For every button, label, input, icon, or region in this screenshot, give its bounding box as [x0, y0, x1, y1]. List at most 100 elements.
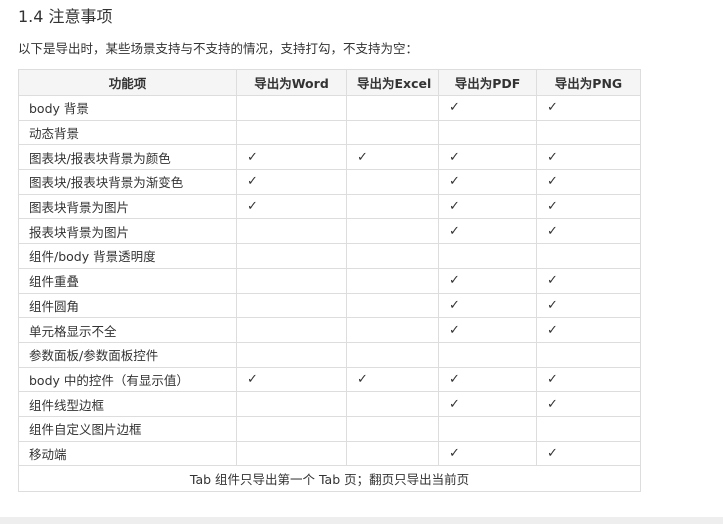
- word-support-cell: [236, 218, 347, 245]
- excel-support-cell: [346, 193, 439, 220]
- word-support-cell: [236, 415, 347, 442]
- pdf-support-cell: ✓: [438, 317, 537, 343]
- table-body: body 背景 ✓ ✓ 动态背景 图表块/报表块背景为颜色 ✓ ✓ ✓ ✓ 图表块/报表块背景为渐…: [18, 95, 641, 467]
- table-row: 组件/body 背景透明度: [18, 243, 641, 269]
- pdf-support-cell: ✓: [438, 391, 537, 417]
- excel-support-cell: [346, 415, 439, 442]
- table-row: 组件线型边框 ✓ ✓: [18, 391, 641, 417]
- feature-cell: 图表块/报表块背景为渐变色: [18, 169, 237, 195]
- header-row: 功能项 导出为Word 导出为Excel 导出为PDF 导出为PNG: [18, 69, 641, 96]
- header-pdf: 导出为PDF: [438, 69, 537, 96]
- excel-support-cell: [346, 243, 439, 269]
- feature-cell: 图表块背景为图片: [18, 193, 237, 220]
- png-support-cell: ✓: [536, 193, 641, 220]
- feature-cell: 单元格显示不全: [18, 317, 237, 343]
- word-support-cell: [236, 341, 347, 368]
- word-support-cell: ✓: [236, 144, 347, 171]
- document-page: 1.4 注意事项 以下是导出时，某些场景支持与不支持的情况，支持打勾，不支持为空…: [0, 0, 723, 524]
- table-footer: Tab 组件只导出第一个 Tab 页；翻页只导出当前页: [18, 465, 641, 493]
- excel-support-cell: ✓: [346, 366, 439, 393]
- header-feature: 功能项: [18, 69, 237, 96]
- header-word: 导出为Word: [236, 69, 347, 96]
- pdf-support-cell: ✓: [438, 95, 537, 121]
- pdf-support-cell: ✓: [438, 193, 537, 220]
- pdf-support-cell: [438, 415, 537, 442]
- table-row: body 中的控件（有显示值） ✓ ✓ ✓ ✓: [18, 366, 641, 393]
- png-support-cell: ✓: [536, 169, 641, 195]
- feature-cell: 移动端: [18, 440, 237, 467]
- feature-cell: 动态背景: [18, 119, 237, 146]
- png-support-cell: ✓: [536, 440, 641, 467]
- table-row: 组件自定义图片边框: [18, 415, 641, 442]
- pdf-support-cell: ✓: [438, 267, 537, 294]
- table-row: 图表块背景为图片 ✓ ✓ ✓: [18, 193, 641, 220]
- table-row: 组件圆角 ✓ ✓: [18, 292, 641, 319]
- excel-support-cell: ✓: [346, 144, 439, 171]
- header-png: 导出为PNG: [536, 69, 641, 96]
- excel-support-cell: [346, 391, 439, 417]
- feature-cell: body 背景: [18, 95, 237, 121]
- word-support-cell: [236, 95, 347, 121]
- pdf-support-cell: [438, 119, 537, 146]
- table-row: 报表块背景为图片 ✓ ✓: [18, 218, 641, 245]
- feature-cell: 组件自定义图片边框: [18, 415, 237, 442]
- png-support-cell: [536, 243, 641, 269]
- word-support-cell: [236, 317, 347, 343]
- table-row: 单元格显示不全 ✓ ✓: [18, 317, 641, 343]
- pdf-support-cell: ✓: [438, 366, 537, 393]
- table-row: 移动端 ✓ ✓: [18, 440, 641, 467]
- pdf-support-cell: [438, 341, 537, 368]
- excel-support-cell: [346, 95, 439, 121]
- footer-row: Tab 组件只导出第一个 Tab 页；翻页只导出当前页: [18, 465, 641, 493]
- png-support-cell: ✓: [536, 317, 641, 343]
- table-row: 动态背景: [18, 119, 641, 146]
- png-support-cell: ✓: [536, 391, 641, 417]
- png-support-cell: ✓: [536, 95, 641, 121]
- table-row: body 背景 ✓ ✓: [18, 95, 641, 121]
- table-header: 功能项 导出为Word 导出为Excel 导出为PDF 导出为PNG: [18, 69, 641, 96]
- word-support-cell: [236, 267, 347, 294]
- feature-cell: 组件线型边框: [18, 391, 237, 417]
- word-support-cell: [236, 440, 347, 467]
- table-row: 图表块/报表块背景为渐变色 ✓ ✓ ✓: [18, 169, 641, 195]
- table-row: 图表块/报表块背景为颜色 ✓ ✓ ✓ ✓: [18, 144, 641, 171]
- excel-support-cell: [346, 218, 439, 245]
- word-support-cell: [236, 391, 347, 417]
- feature-cell: 参数面板/参数面板控件: [18, 341, 237, 368]
- excel-support-cell: [346, 267, 439, 294]
- feature-cell: 图表块/报表块背景为颜色: [18, 144, 237, 171]
- word-support-cell: [236, 119, 347, 146]
- export-support-table: 功能项 导出为Word 导出为Excel 导出为PDF 导出为PNG body …: [18, 69, 641, 493]
- excel-support-cell: [346, 292, 439, 319]
- table-row: 参数面板/参数面板控件: [18, 341, 641, 368]
- png-support-cell: ✓: [536, 292, 641, 319]
- png-support-cell: [536, 415, 641, 442]
- png-support-cell: ✓: [536, 144, 641, 171]
- png-support-cell: [536, 119, 641, 146]
- feature-cell: body 中的控件（有显示值）: [18, 366, 237, 393]
- bottom-divider: [0, 517, 723, 524]
- png-support-cell: ✓: [536, 218, 641, 245]
- word-support-cell: ✓: [236, 169, 347, 195]
- feature-cell: 报表块背景为图片: [18, 218, 237, 245]
- excel-support-cell: [346, 341, 439, 368]
- table-row: 组件重叠 ✓ ✓: [18, 267, 641, 294]
- feature-cell: 组件/body 背景透明度: [18, 243, 237, 269]
- png-support-cell: ✓: [536, 267, 641, 294]
- feature-cell: 组件圆角: [18, 292, 237, 319]
- excel-support-cell: [346, 169, 439, 195]
- pdf-support-cell: ✓: [438, 440, 537, 467]
- word-support-cell: ✓: [236, 366, 347, 393]
- excel-support-cell: [346, 440, 439, 467]
- pdf-support-cell: ✓: [438, 169, 537, 195]
- png-support-cell: ✓: [536, 366, 641, 393]
- pdf-support-cell: ✓: [438, 218, 537, 245]
- feature-cell: 组件重叠: [18, 267, 237, 294]
- pdf-support-cell: ✓: [438, 292, 537, 319]
- pdf-support-cell: ✓: [438, 144, 537, 171]
- intro-paragraph: 以下是导出时，某些场景支持与不支持的情况，支持打勾，不支持为空：: [18, 41, 419, 56]
- pdf-support-cell: [438, 243, 537, 269]
- header-excel: 导出为Excel: [346, 69, 439, 96]
- section-title: 1.4 注意事项: [18, 7, 113, 26]
- footer-note: Tab 组件只导出第一个 Tab 页；翻页只导出当前页: [18, 465, 641, 493]
